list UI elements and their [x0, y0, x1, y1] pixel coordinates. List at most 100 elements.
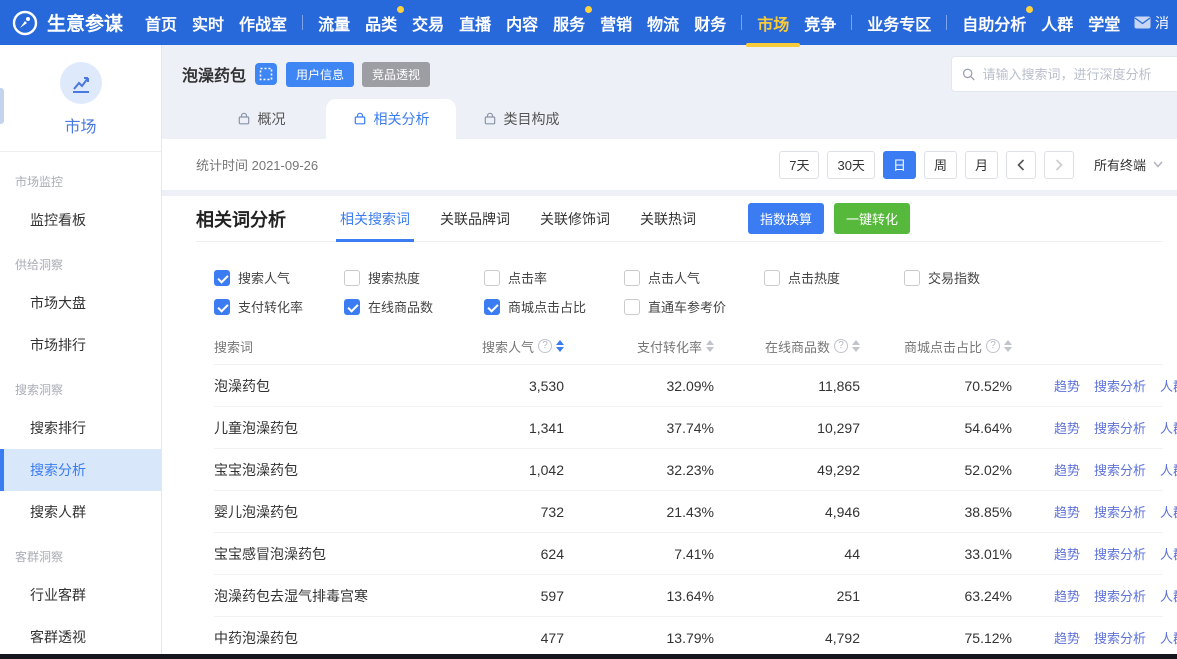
action-link[interactable]: 搜索分析 — [1094, 586, 1146, 605]
help-icon[interactable]: ? — [986, 339, 1000, 353]
nav-item[interactable]: 营销 — [600, 11, 632, 35]
keyword-app-icon[interactable] — [255, 63, 277, 85]
word-tab[interactable]: 关联品牌词 — [440, 196, 510, 242]
metric-checkbox[interactable]: 点击率 — [484, 268, 624, 287]
value-cell: 32.09% — [564, 378, 714, 394]
action-link[interactable]: 趋势 — [1054, 586, 1080, 605]
nav-item[interactable]: 品类 — [365, 11, 397, 35]
period-button[interactable]: 月 — [965, 151, 998, 179]
prev-page-button[interactable] — [1006, 151, 1036, 179]
action-link[interactable]: 搜索分析 — [1094, 628, 1146, 647]
period-button[interactable]: 日 — [883, 151, 916, 179]
action-link[interactable]: 人群分析 — [1160, 502, 1177, 521]
keyword-badge[interactable]: 用户信息 — [286, 62, 354, 87]
metric-checkbox[interactable]: 搜索人气 — [214, 268, 344, 287]
nav-item[interactable]: 内容 — [506, 11, 538, 35]
search-input[interactable] — [983, 67, 1172, 82]
nav-item[interactable]: 人群 — [1041, 11, 1073, 35]
sidebar-item[interactable]: 搜索排行 — [0, 407, 161, 449]
checkbox-checked[interactable] — [214, 270, 230, 286]
action-link[interactable]: 人群分析 — [1160, 376, 1177, 395]
period-button[interactable]: 30天 — [827, 151, 874, 179]
action-link[interactable]: 人群分析 — [1160, 628, 1177, 647]
nav-message[interactable]: 消 — [1134, 13, 1169, 33]
sidebar-item[interactable]: 市场大盘 — [0, 282, 161, 324]
word-tab[interactable]: 关联热词 — [640, 196, 696, 242]
checkbox-checked[interactable] — [344, 299, 360, 315]
sidebar-item[interactable]: 客群透视 — [0, 616, 161, 658]
nav-item[interactable]: 业务专区 — [867, 11, 931, 35]
nav-item[interactable]: 市场 — [757, 11, 789, 35]
action-link[interactable]: 搜索分析 — [1094, 376, 1146, 395]
sidebar-item[interactable]: 市场排行 — [0, 324, 161, 366]
sort-icon[interactable] — [706, 340, 714, 352]
sidebar-item[interactable]: 搜索人群 — [0, 491, 161, 533]
sidebar-item[interactable]: 监控看板 — [0, 199, 161, 241]
metric-checkbox[interactable]: 商城点击占比 — [484, 297, 624, 316]
action-link[interactable]: 人群分析 — [1160, 586, 1177, 605]
nav-item[interactable]: 物流 — [647, 11, 679, 35]
action-link[interactable]: 趋势 — [1054, 628, 1080, 647]
nav-item[interactable]: 自助分析 — [962, 11, 1026, 35]
nav-item[interactable]: 学堂 — [1088, 11, 1120, 35]
sidebar-item[interactable]: 搜索分析 — [0, 449, 161, 491]
word-tab[interactable]: 相关搜索词 — [340, 196, 410, 242]
checkbox-unchecked[interactable] — [624, 299, 640, 315]
action-link[interactable]: 搜索分析 — [1094, 460, 1146, 479]
nav-item[interactable]: 作战室 — [239, 11, 287, 35]
action-link[interactable]: 趋势 — [1054, 502, 1080, 521]
metric-checkbox[interactable]: 支付转化率 — [214, 297, 344, 316]
nav-item[interactable]: 财务 — [694, 11, 726, 35]
metric-checkbox[interactable]: 点击人气 — [624, 268, 764, 287]
brand[interactable]: 生意参谋 — [12, 9, 123, 36]
nav-item[interactable]: 直播 — [459, 11, 491, 35]
checkbox-unchecked[interactable] — [484, 270, 500, 286]
sort-icon[interactable] — [1004, 340, 1012, 352]
table-row: 婴儿泡澡药包73221.43%4,94638.85%趋势搜索分析人群分析 — [214, 490, 1163, 532]
nav-item[interactable]: 服务 — [553, 11, 585, 35]
metric-checkbox[interactable]: 直通车参考价 — [624, 297, 764, 316]
metric-checkbox[interactable]: 搜索热度 — [344, 268, 484, 287]
metric-checkbox[interactable]: 在线商品数 — [344, 297, 484, 316]
checkbox-checked[interactable] — [214, 299, 230, 315]
action-link[interactable]: 人群分析 — [1160, 460, 1177, 479]
one-click-convert-button[interactable]: 一键转化 — [834, 203, 910, 234]
metric-checkbox[interactable]: 交易指数 — [904, 268, 1044, 287]
action-link[interactable]: 趋势 — [1054, 544, 1080, 563]
edge-handle[interactable] — [0, 88, 4, 124]
checkbox-unchecked[interactable] — [904, 270, 920, 286]
action-link[interactable]: 趋势 — [1054, 418, 1080, 437]
tab-item[interactable]: 概况 — [196, 99, 326, 139]
period-button[interactable]: 7天 — [779, 151, 819, 179]
action-link[interactable]: 搜索分析 — [1094, 502, 1146, 521]
nav-item[interactable]: 流量 — [318, 11, 350, 35]
nav-item[interactable]: 竞争 — [804, 11, 836, 35]
action-link[interactable]: 人群分析 — [1160, 544, 1177, 563]
keyword-badge[interactable]: 竞品透视 — [362, 62, 430, 87]
period-button[interactable]: 周 — [924, 151, 957, 179]
tab-item[interactable]: 类目构成 — [456, 99, 586, 139]
terminal-dropdown[interactable]: 所有终端 — [1094, 155, 1163, 174]
action-link[interactable]: 搜索分析 — [1094, 418, 1146, 437]
checkbox-unchecked[interactable] — [764, 270, 780, 286]
nav-item[interactable]: 交易 — [412, 11, 444, 35]
sidebar-item[interactable]: 行业客群 — [0, 574, 161, 616]
metric-checkbox[interactable]: 点击热度 — [764, 268, 904, 287]
action-link[interactable]: 趋势 — [1054, 460, 1080, 479]
checkbox-checked[interactable] — [484, 299, 500, 315]
action-link[interactable]: 人群分析 — [1160, 418, 1177, 437]
sort-icon[interactable] — [556, 340, 564, 352]
nav-item[interactable]: 实时 — [192, 11, 224, 35]
index-convert-button[interactable]: 指数换算 — [748, 203, 824, 234]
word-tab[interactable]: 关联修饰词 — [540, 196, 610, 242]
help-icon[interactable]: ? — [834, 339, 848, 353]
action-link[interactable]: 搜索分析 — [1094, 544, 1146, 563]
sort-icon[interactable] — [852, 340, 860, 352]
checkbox-unchecked[interactable] — [624, 270, 640, 286]
tab-active[interactable]: 相关分析 — [326, 99, 456, 139]
help-icon[interactable]: ? — [538, 339, 552, 353]
action-link[interactable]: 趋势 — [1054, 376, 1080, 395]
bottom-scrollbar[interactable] — [0, 654, 1177, 659]
nav-item[interactable]: 首页 — [145, 11, 177, 35]
checkbox-unchecked[interactable] — [344, 270, 360, 286]
